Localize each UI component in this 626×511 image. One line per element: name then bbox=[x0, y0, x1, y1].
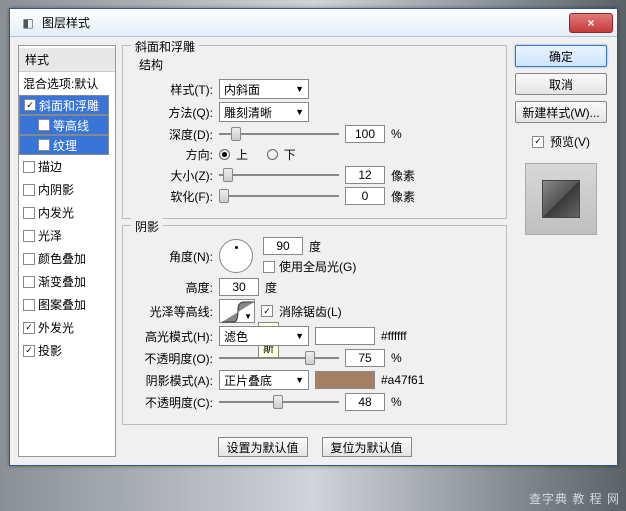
shadow-mode-select[interactable]: 正片叠底▼ bbox=[219, 370, 309, 390]
shadow-opacity-label: 不透明度(C): bbox=[133, 394, 213, 411]
style-stroke[interactable]: 描边 bbox=[19, 155, 115, 178]
checkbox-icon[interactable] bbox=[23, 276, 35, 288]
style-inner-shadow[interactable]: 内阴影 bbox=[19, 178, 115, 201]
direction-label: 方向: bbox=[133, 146, 213, 163]
highlight-mode-label: 高光模式(H): bbox=[133, 328, 213, 345]
app-icon: ◧ bbox=[20, 15, 36, 31]
angle-input[interactable]: 90 bbox=[263, 237, 303, 255]
highlight-opacity-slider[interactable] bbox=[219, 351, 339, 365]
shading-group: 阴影 角度(N): 90度 使用全局光(G) 高度:30度 光泽等高线: ▼ 高 bbox=[122, 225, 507, 425]
chevron-down-icon: ▼ bbox=[295, 84, 304, 94]
depth-input[interactable]: 100 bbox=[345, 125, 385, 143]
shadow-color-swatch[interactable] bbox=[315, 371, 375, 389]
depth-slider[interactable] bbox=[219, 127, 339, 141]
checkbox-icon[interactable] bbox=[23, 184, 35, 196]
style-satin[interactable]: 光泽 bbox=[19, 224, 115, 247]
chevron-down-icon: ▼ bbox=[244, 312, 252, 321]
cancel-button[interactable]: 取消 bbox=[515, 73, 607, 95]
angle-label: 角度(N): bbox=[133, 248, 213, 265]
default-buttons: 设置为默认值 复位为默认值 bbox=[122, 437, 507, 457]
watermark: 查字典 教 程 网 bbox=[529, 490, 620, 507]
soften-slider[interactable] bbox=[219, 189, 339, 203]
structure-label: 结构 bbox=[139, 56, 496, 73]
make-default-button[interactable]: 设置为默认值 bbox=[218, 437, 308, 457]
style-inner-glow[interactable]: 内发光 bbox=[19, 201, 115, 224]
reset-default-button[interactable]: 复位为默认值 bbox=[322, 437, 412, 457]
checkbox-icon[interactable] bbox=[23, 230, 35, 242]
style-label: 样式(T): bbox=[133, 81, 213, 98]
preview-checkbox[interactable] bbox=[532, 136, 544, 148]
close-button[interactable]: × bbox=[569, 13, 613, 33]
chevron-down-icon: ▼ bbox=[295, 107, 304, 117]
style-preview bbox=[525, 163, 597, 235]
highlight-hex: #ffffff bbox=[381, 329, 407, 343]
style-gradient-overlay[interactable]: 渐变叠加 bbox=[19, 270, 115, 293]
soften-label: 软化(F): bbox=[133, 188, 213, 205]
shadow-hex: #a47f61 bbox=[381, 373, 424, 387]
technique-select[interactable]: 雕刻清晰▼ bbox=[219, 102, 309, 122]
style-drop-shadow[interactable]: 投影 bbox=[19, 339, 115, 362]
new-style-button[interactable]: 新建样式(W)... bbox=[515, 101, 607, 123]
checkbox-icon[interactable] bbox=[23, 253, 35, 265]
size-input[interactable]: 12 bbox=[345, 166, 385, 184]
altitude-input[interactable]: 30 bbox=[219, 278, 259, 296]
checkbox-icon[interactable] bbox=[23, 207, 35, 219]
size-slider[interactable] bbox=[219, 168, 339, 182]
style-bevel[interactable]: 斜面和浮雕 bbox=[19, 95, 109, 115]
antialias-checkbox[interactable] bbox=[261, 305, 273, 317]
direction-up-radio[interactable] bbox=[219, 149, 230, 160]
shadow-mode-label: 阴影模式(A): bbox=[133, 372, 213, 389]
style-pattern-overlay[interactable]: 图案叠加 bbox=[19, 293, 115, 316]
depth-label: 深度(D): bbox=[133, 126, 213, 143]
style-color-overlay[interactable]: 颜色叠加 bbox=[19, 247, 115, 270]
bevel-group: 斜面和浮雕 结构 样式(T):内斜面▼ 方法(Q):雕刻清晰▼ 深度(D):10… bbox=[122, 45, 507, 219]
checkbox-icon[interactable] bbox=[24, 99, 36, 111]
window-title: 图层样式 bbox=[42, 14, 569, 31]
highlight-color-swatch[interactable] bbox=[315, 327, 375, 345]
ok-button[interactable]: 确定 bbox=[515, 45, 607, 67]
checkbox-icon[interactable] bbox=[38, 119, 50, 131]
styles-list: 样式 混合选项:默认 斜面和浮雕 等高线 纹理 描边 内阴影 内发光 光泽 颜色… bbox=[18, 45, 116, 457]
altitude-label: 高度: bbox=[133, 279, 213, 296]
style-outer-glow[interactable]: 外发光 bbox=[19, 316, 115, 339]
chevron-down-icon: ▼ bbox=[295, 331, 304, 341]
group-title: 阴影 bbox=[131, 218, 163, 235]
style-contour[interactable]: 等高线 bbox=[19, 115, 109, 135]
gloss-contour-label: 光泽等高线: bbox=[133, 303, 213, 320]
shadow-opacity-slider[interactable] bbox=[219, 395, 339, 409]
style-select[interactable]: 内斜面▼ bbox=[219, 79, 309, 99]
blend-options[interactable]: 混合选项:默认 bbox=[19, 72, 115, 95]
settings-panel: 斜面和浮雕 结构 样式(T):内斜面▼ 方法(Q):雕刻清晰▼ 深度(D):10… bbox=[122, 45, 507, 457]
soften-input[interactable]: 0 bbox=[345, 187, 385, 205]
checkbox-icon[interactable] bbox=[23, 161, 35, 173]
styles-header: 样式 bbox=[19, 48, 115, 72]
global-light-checkbox[interactable] bbox=[263, 261, 275, 273]
highlight-mode-select[interactable]: 滤色▼ bbox=[219, 326, 309, 346]
layer-style-dialog: ◧ 图层样式 × 样式 混合选项:默认 斜面和浮雕 等高线 纹理 描边 内阴影 … bbox=[9, 8, 618, 466]
highlight-opacity-label: 不透明度(O): bbox=[133, 350, 213, 367]
checkbox-icon[interactable] bbox=[23, 299, 35, 311]
checkbox-icon[interactable] bbox=[38, 139, 50, 151]
checkbox-icon[interactable] bbox=[23, 322, 35, 334]
group-title: 斜面和浮雕 bbox=[131, 38, 199, 55]
shadow-opacity-input[interactable]: 48 bbox=[345, 393, 385, 411]
technique-label: 方法(Q): bbox=[133, 104, 213, 121]
chevron-down-icon: ▼ bbox=[295, 375, 304, 385]
direction-down-radio[interactable] bbox=[267, 149, 278, 160]
highlight-opacity-input[interactable]: 75 bbox=[345, 349, 385, 367]
style-texture[interactable]: 纹理 bbox=[19, 135, 109, 155]
titlebar[interactable]: ◧ 图层样式 × bbox=[10, 9, 617, 37]
preview-swatch bbox=[542, 180, 580, 218]
checkbox-icon[interactable] bbox=[23, 345, 35, 357]
angle-dial[interactable] bbox=[219, 239, 253, 273]
gloss-contour-picker[interactable]: ▼ 高斯 bbox=[219, 299, 255, 323]
action-panel: 确定 取消 新建样式(W)... 预览(V) bbox=[513, 45, 609, 457]
size-label: 大小(Z): bbox=[133, 167, 213, 184]
